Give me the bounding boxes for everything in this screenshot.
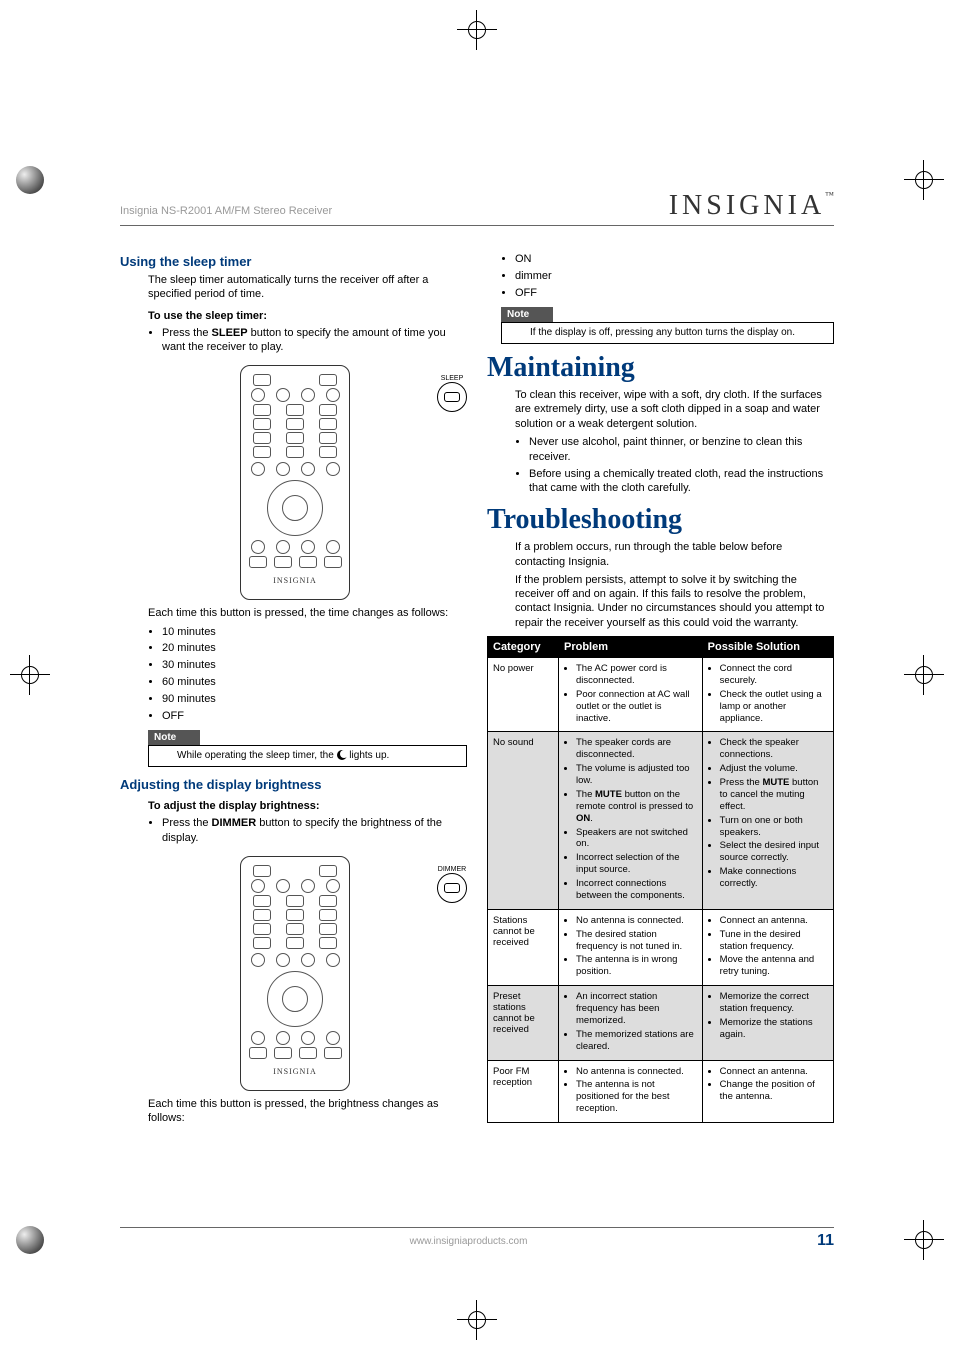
heading-sleep-sub: To use the sleep timer: [148,310,467,322]
remote-brand: INSIGNIA [245,576,345,585]
register-mark [10,655,50,695]
sleep-list-intro: Each time this button is pressed, the ti… [148,606,467,620]
sleep-note: While operating the sleep timer, the lig… [148,745,467,768]
register-mark [457,10,497,50]
cell-category: No sound [488,732,559,909]
register-mark [904,1220,944,1260]
header-rule [120,225,834,226]
list-item: Before using a chemically treated cloth,… [529,467,834,497]
callout-label-sleep: SLEEP [441,375,464,382]
heading-maintaining: Maintaining [487,352,834,384]
remote-brand: INSIGNIA [245,1067,345,1076]
remote-illustration: INSIGNIA [240,856,350,1091]
cell-category: Poor FM reception [488,1060,559,1123]
heading-troubleshooting: Troubleshooting [487,504,834,536]
moon-icon [337,750,347,760]
cell-problem: No antenna is connected.The desired stat… [559,909,703,985]
list-item: 10 minutes [162,625,467,640]
cell-category: Preset stations cannot be received [488,986,559,1060]
cell-problem: An incorrect station frequency has been … [559,986,703,1060]
sleep-intro: The sleep timer automatically turns the … [148,273,467,302]
running-head: Insignia NS-R2001 AM/FM Stereo Receiver [120,205,332,217]
dim-list-intro: Each time this button is pressed, the br… [148,1097,467,1126]
dim-note: If the display is off, pressing any butt… [501,322,834,345]
table-row: Poor FM receptionNo antenna is connected… [488,1060,834,1123]
th-category: Category [488,637,559,658]
brand-text: INSIGNIA [669,190,825,221]
table-row: No soundThe speaker cords are disconnect… [488,732,834,909]
brand-logo: INSIGNIA™ [669,190,834,222]
heading-dimmer-sub: To adjust the display brightness: [148,800,467,812]
maint-list: Never use alcohol, paint thinner, or ben… [515,435,834,496]
cell-problem: The speaker cords are disconnected.The v… [559,732,703,909]
table-row: No powerThe AC power cord is disconnecte… [488,658,834,732]
page-number: 11 [817,1232,834,1250]
right-column: ON dimmer OFF Note If the display is off, … [487,250,834,1230]
cell-solution: Connect the cord securely.Check the outl… [702,658,833,732]
callout-label-dimmer: DIMMER [438,866,466,873]
list-item: ON [515,252,834,267]
list-item: 20 minutes [162,641,467,656]
sleep-step: Press the SLEEP button to specify the am… [162,326,467,356]
heading-sleep-timer: Using the sleep timer [120,254,467,269]
th-problem: Problem [559,637,703,658]
ts-intro2: If the problem persists, attempt to solv… [515,573,834,630]
footer-url: www.insigniaproducts.com [120,1236,817,1247]
register-mark [10,160,50,200]
note-label: Note [501,307,553,322]
table-row: Preset stations cannot be receivedAn inc… [488,986,834,1060]
ts-intro1: If a problem occurs, run through the tab… [515,540,834,569]
dimmer-step: Press the DIMMER button to specify the b… [162,816,467,846]
dimmer-button-icon [437,873,467,903]
th-solution: Possible Solution [702,637,833,658]
list-item: 90 minutes [162,692,467,707]
cell-solution: Connect an antenna.Tune in the desired s… [702,909,833,985]
cell-problem: The AC power cord is disconnected.Poor c… [559,658,703,732]
left-column: Using the sleep timer The sleep timer au… [120,250,467,1230]
table-row: Stations cannot be receivedNo antenna is… [488,909,834,985]
register-mark [904,160,944,200]
register-mark [904,655,944,695]
cell-solution: Check the speaker connections.Adjust the… [702,732,833,909]
troubleshooting-table: Category Problem Possible Solution No po… [487,636,834,1123]
list-item: Never use alcohol, paint thinner, or ben… [529,435,834,465]
list-item: dimmer [515,269,834,284]
list-item: 60 minutes [162,675,467,690]
cell-solution: Memorize the correct station frequency.M… [702,986,833,1060]
cell-solution: Connect an antenna.Change the position o… [702,1060,833,1123]
cell-problem: No antenna is connected.The antenna is n… [559,1060,703,1123]
maint-intro: To clean this receiver, wipe with a soft… [515,388,834,431]
cell-category: Stations cannot be received [488,909,559,985]
register-mark [457,1300,497,1340]
sleep-options-list: 10 minutes20 minutes 30 minutes 60 minutes… [148,625,467,724]
footer: www.insigniaproducts.com 11 [120,1227,834,1250]
trademark-symbol: ™ [825,190,834,200]
note-label: Note [148,730,200,745]
remote-illustration: INSIGNIA [240,365,350,600]
list-item: OFF [162,709,467,724]
cell-category: No power [488,658,559,732]
sleep-button-icon [437,382,467,412]
heading-dimmer: Adjusting the display brightness [120,777,467,792]
register-mark [10,1220,50,1260]
list-item: OFF [515,286,834,301]
dim-options-list: ON dimmer OFF [501,252,834,301]
list-item: 30 minutes [162,658,467,673]
